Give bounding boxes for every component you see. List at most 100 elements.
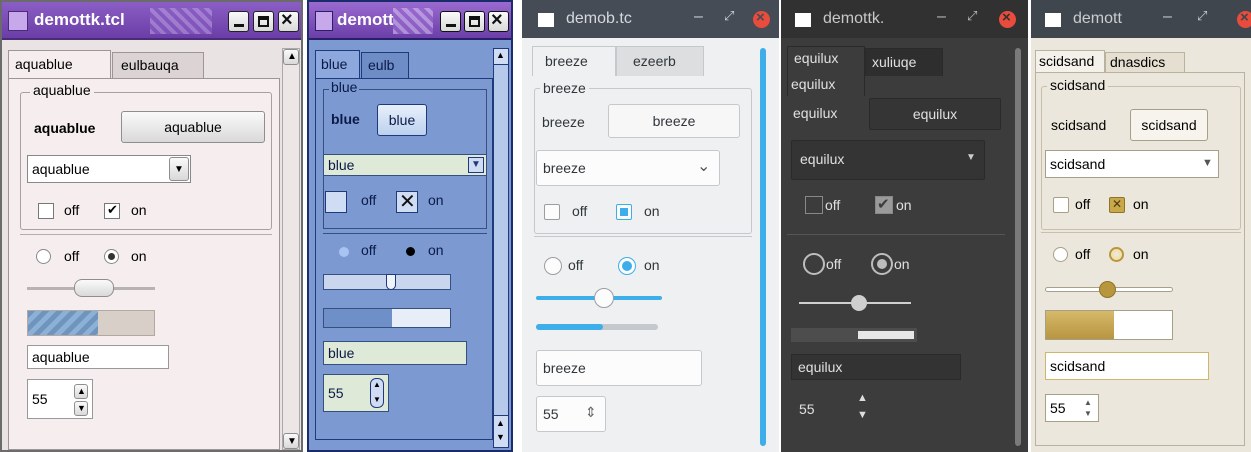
- minimize-button[interactable]: [440, 11, 461, 32]
- tab-breeze[interactable]: breeze: [532, 46, 616, 76]
- checkbox-off[interactable]: [544, 204, 560, 220]
- close-button[interactable]: ×: [999, 9, 1016, 28]
- vertical-scrollbar[interactable]: ▲ ▲ ▼: [493, 48, 509, 448]
- push-button[interactable]: breeze: [608, 104, 740, 138]
- combobox[interactable]: blue ▼: [323, 154, 487, 176]
- entry[interactable]: scidsand: [1045, 352, 1209, 380]
- scroll-down-button[interactable]: ▲ ▼: [494, 415, 508, 447]
- radio-off[interactable]: [803, 253, 825, 275]
- close-button[interactable]: ×: [1237, 9, 1251, 28]
- titlebar[interactable]: demott ×: [309, 2, 511, 40]
- spinbox[interactable]: 55 ▲ ▼: [323, 374, 389, 412]
- push-button[interactable]: blue: [377, 104, 427, 136]
- combobox-arrow-button[interactable]: ▼: [468, 157, 484, 173]
- checkbox-on[interactable]: ✔: [875, 196, 893, 214]
- spin-arrows-icon[interactable]: ▲ ▼: [1084, 397, 1092, 419]
- spinbox[interactable]: 55 ▲ ▼: [1045, 394, 1099, 422]
- entry[interactable]: breeze: [536, 350, 702, 386]
- spin-arrows-icon[interactable]: ⇕: [585, 404, 597, 421]
- radio-off[interactable]: [1053, 247, 1068, 262]
- minimize-icon[interactable]: –: [937, 8, 946, 26]
- spin-arrows-icon[interactable]: ▲ ▼: [370, 378, 384, 408]
- tab-dnasdics[interactable]: dnasdics: [1105, 52, 1185, 72]
- tab-ezeerb[interactable]: ezeerb: [616, 46, 704, 76]
- titlebar[interactable]: demob.tc – ⤢ ×: [522, 0, 779, 38]
- labelframe-title: blue: [329, 79, 360, 95]
- spin-arrows-icon[interactable]: ▲ ▼: [857, 390, 868, 424]
- entry[interactable]: equilux: [791, 354, 961, 380]
- scale-slider[interactable]: [1099, 281, 1116, 298]
- combobox-arrow-button[interactable]: ▼: [169, 157, 189, 181]
- progressbar-fill: [536, 324, 603, 330]
- radio-on[interactable]: [871, 253, 893, 275]
- scale-slider[interactable]: [594, 288, 614, 308]
- push-button[interactable]: aquablue: [121, 111, 265, 143]
- radio-off[interactable]: [36, 249, 51, 264]
- spin-up-button[interactable]: ▲: [74, 384, 88, 399]
- close-button[interactable]: ×: [753, 9, 770, 28]
- scroll-down-button[interactable]: ▼: [283, 433, 299, 449]
- entry[interactable]: aquablue: [27, 345, 169, 369]
- spinbox[interactable]: 55 ▲ ▼: [27, 379, 93, 419]
- titlebar[interactable]: demottk. – ⤢ ×: [781, 0, 1028, 38]
- radio-on[interactable]: [406, 247, 415, 256]
- combobox[interactable]: equilux ▼: [791, 140, 985, 180]
- tab-eulbauqa[interactable]: eulbauqa: [112, 52, 204, 78]
- maximize-icon[interactable]: ⤢: [724, 8, 734, 24]
- spin-down-button[interactable]: ▼: [74, 401, 88, 416]
- radio-on[interactable]: [618, 257, 636, 275]
- radio-off[interactable]: [544, 257, 562, 275]
- label: blue: [331, 111, 360, 127]
- close-button[interactable]: ×: [488, 9, 509, 32]
- combobox[interactable]: aquablue ▼: [27, 155, 191, 183]
- close-button[interactable]: ×: [278, 9, 299, 32]
- scale-slider[interactable]: [851, 295, 867, 311]
- vertical-scrollbar[interactable]: [1015, 48, 1021, 446]
- scroll-up-button[interactable]: ▲: [283, 49, 299, 65]
- label: equilux: [793, 105, 838, 121]
- spinbox[interactable]: 55 ⇕: [536, 396, 606, 432]
- scale-trough[interactable]: [323, 274, 451, 290]
- checkbox-off[interactable]: [325, 191, 347, 213]
- radio-on[interactable]: [104, 249, 119, 264]
- button-label: scidsand: [1141, 117, 1197, 133]
- push-button[interactable]: scidsand: [1130, 109, 1208, 141]
- tab-aquablue[interactable]: aquablue: [8, 50, 111, 78]
- maximize-button[interactable]: [253, 11, 274, 32]
- entry[interactable]: blue: [323, 341, 467, 365]
- checkbox-off[interactable]: [38, 203, 54, 219]
- tab-scidsand[interactable]: scidsand: [1035, 50, 1105, 72]
- minimize-icon[interactable]: –: [1163, 8, 1172, 26]
- tab-blue[interactable]: blue: [315, 50, 360, 78]
- vertical-scrollbar[interactable]: [760, 48, 766, 446]
- maximize-icon[interactable]: ⤢: [967, 8, 977, 24]
- vertical-scrollbar[interactable]: ▲ ▼: [282, 48, 300, 450]
- titlebar[interactable]: demottk.tcl ×: [2, 2, 301, 40]
- tab-eulb[interactable]: eulb: [361, 52, 409, 78]
- radio-off-label: off: [826, 256, 842, 272]
- push-button[interactable]: equilux: [869, 98, 1001, 130]
- minimize-button[interactable]: [228, 11, 249, 32]
- tab-label: breeze: [545, 53, 588, 69]
- minimize-icon[interactable]: –: [694, 8, 703, 26]
- checkbox-on[interactable]: ✕: [396, 191, 418, 213]
- radio-on[interactable]: [1109, 247, 1124, 262]
- window-scidsand: demott – ⤢ × scidsand dnasdics scidsand …: [1031, 0, 1251, 452]
- checkbox-on[interactable]: [616, 204, 632, 220]
- checkbox-on[interactable]: ✔: [104, 202, 120, 219]
- maximize-icon[interactable]: ⤢: [1197, 8, 1207, 24]
- checkbox-on[interactable]: ✕: [1109, 197, 1125, 213]
- combobox[interactable]: scidsand ▼: [1045, 150, 1219, 178]
- spinbox[interactable]: 55 ▲ ▼: [791, 388, 877, 430]
- radio-off[interactable]: [339, 247, 349, 257]
- tab-xuliuqe[interactable]: xuliuqe: [865, 48, 943, 76]
- combobox[interactable]: breeze ⌄: [536, 150, 720, 186]
- scale-slider[interactable]: [74, 279, 114, 297]
- checkbox-off[interactable]: [805, 196, 823, 214]
- checkbox-off[interactable]: [1053, 197, 1069, 213]
- maximize-button[interactable]: [464, 11, 485, 32]
- titlebar[interactable]: demott – ⤢ ×: [1031, 0, 1251, 38]
- scale-slider[interactable]: [386, 274, 396, 290]
- scroll-up-button[interactable]: ▲: [494, 49, 508, 65]
- entry-value: equilux: [798, 359, 843, 375]
